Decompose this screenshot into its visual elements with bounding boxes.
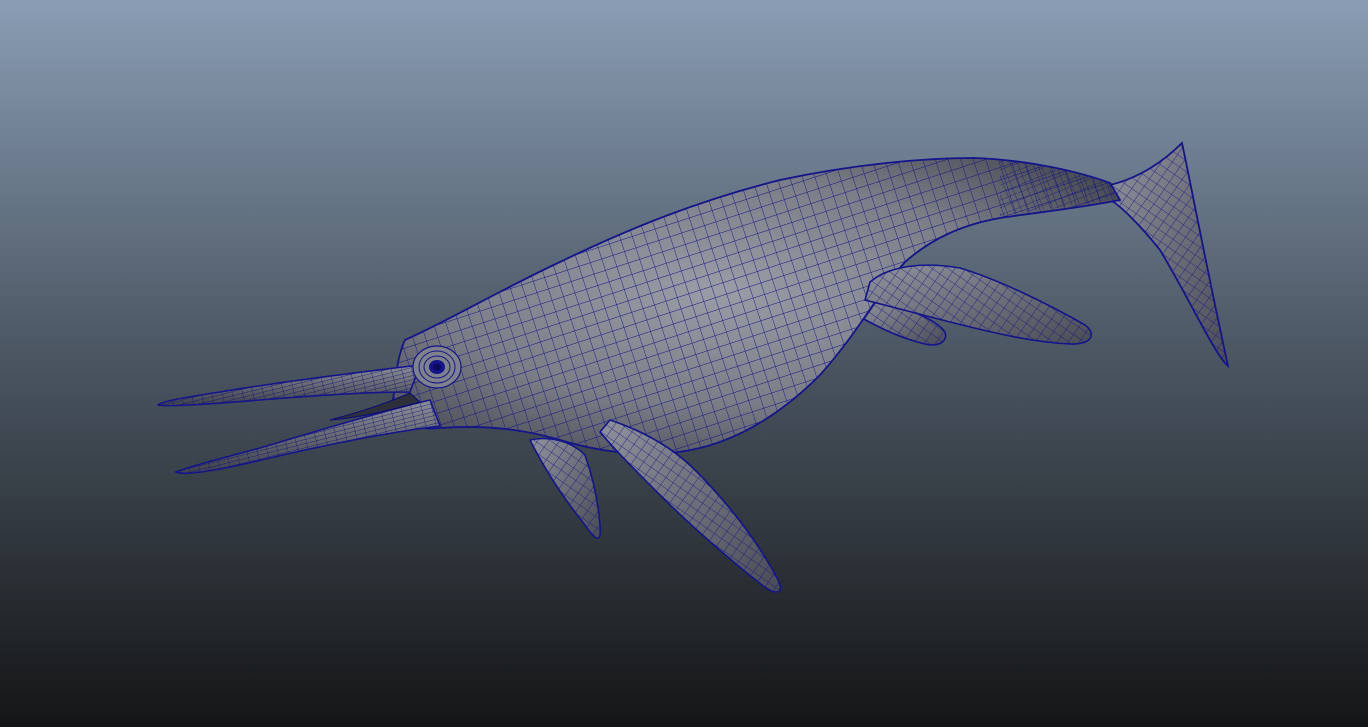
eye — [412, 345, 462, 389]
3d-viewport[interactable] — [0, 0, 1368, 727]
viewport-canvas[interactable] — [0, 0, 1368, 727]
